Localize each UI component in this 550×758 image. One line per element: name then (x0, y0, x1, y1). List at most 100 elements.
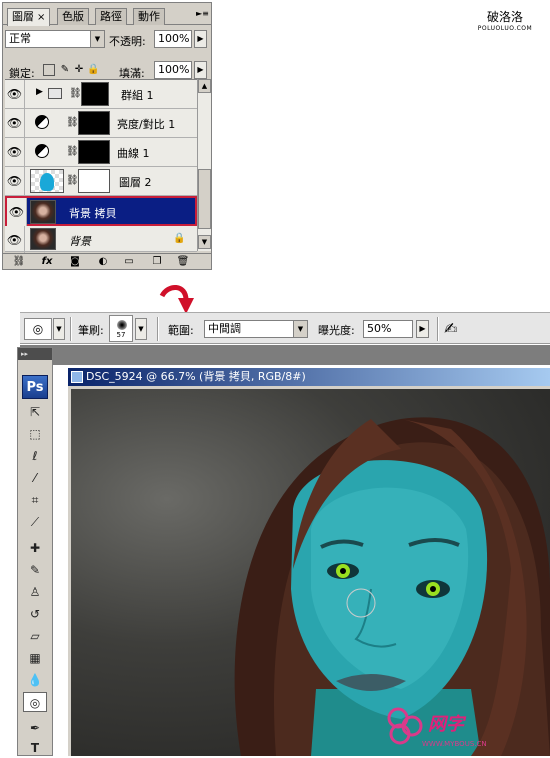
chevron-down-icon[interactable]: ▼ (53, 318, 65, 340)
layer-name: 亮度/對比 1 (117, 118, 176, 131)
fill-value: 100% (158, 63, 190, 76)
opacity-slider-button[interactable]: ▶ (194, 30, 207, 48)
eye-icon[interactable]: 👁 (7, 198, 27, 226)
eye-icon[interactable]: 👁 (5, 109, 25, 137)
crop-icon[interactable]: ⌗ (23, 490, 47, 510)
layer-mask-thumbnail[interactable] (81, 82, 109, 106)
dodge-icon[interactable]: ◎ (23, 692, 47, 712)
eye-icon[interactable]: 👁 (5, 226, 25, 254)
chevron-down-icon[interactable]: ▼ (293, 321, 307, 337)
magic-wand-icon[interactable]: ⁄ (23, 468, 47, 488)
layer-row-group[interactable]: 👁 ▶ ⛓ 群組 1 (5, 80, 197, 109)
airbrush-icon[interactable]: ✍ (444, 319, 457, 338)
lock-position-icon[interactable]: ✛ (73, 64, 85, 76)
adjustment-icon[interactable]: ◐ (95, 255, 111, 269)
layer-mask-thumbnail[interactable] (78, 140, 110, 164)
layers-panel: 圖層 × 色版 路徑 動作 ►≡ 正常 ▼ 不透明: 100% ▶ 鎖定: ✎ ✛… (2, 2, 212, 270)
panel-menu-icon[interactable]: ►≡ (196, 8, 209, 20)
layer-row-background-copy[interactable]: 👁 背景 拷貝 (5, 196, 197, 226)
watermark-site-url: POLUOLUO.COM (477, 25, 533, 32)
trash-icon[interactable]: 🗑 (175, 255, 191, 269)
chain-icon[interactable]: ⛓ (69, 88, 82, 99)
healing-icon[interactable]: ✚ (23, 538, 47, 558)
options-bar: ◎ ▼ 筆刷: 57 ▼ 範圍: 中間調 ▼ 曝光度: 50% ▶ ✍ (20, 312, 550, 344)
exposure-slider-button[interactable]: ▶ (416, 320, 429, 338)
eraser-icon[interactable]: ▱ (23, 626, 47, 646)
tab-paths[interactable]: 路徑 (95, 8, 127, 25)
lasso-icon[interactable]: ℓ (23, 446, 47, 466)
marquee-icon[interactable]: ⬚ (23, 424, 47, 444)
fx-icon[interactable]: fx (39, 255, 55, 269)
exposure-input[interactable]: 50% (363, 320, 413, 338)
layers-bottom-bar: ⛓ fx ◙ ◐ ▭ ❐ 🗑 (3, 253, 211, 269)
toolbox-header[interactable]: ▸▸ (18, 348, 52, 360)
tab-paths-label: 路徑 (100, 10, 122, 23)
range-select[interactable]: 中間調 ▼ (204, 320, 308, 338)
layers-scrollbar[interactable]: ▲ ▼ (197, 79, 211, 251)
opacity-value: 100% (158, 32, 190, 45)
slice-icon[interactable]: ⟋ (23, 512, 47, 532)
mask-icon[interactable]: ◙ (67, 255, 83, 269)
layer-mask-thumbnail[interactable] (78, 169, 110, 193)
pen-icon[interactable]: ✒ (23, 718, 47, 738)
layer-name: 群組 1 (121, 89, 154, 102)
separator (437, 317, 439, 341)
lock-transparency-icon[interactable] (43, 64, 55, 76)
layer-thumbnail[interactable] (30, 200, 56, 224)
fill-input[interactable]: 100% (154, 61, 192, 79)
link-icon[interactable]: ⛓ (11, 255, 27, 269)
expand-triangle-icon[interactable]: ▶ (36, 87, 43, 97)
toolbox: ▸▸ Ps ⇱ ⬚ ℓ ⁄ ⌗ ⟋ ✚ ✎ ♙ ↺ ▱ ▦ 💧 ◎ ✒ T (17, 347, 53, 756)
chain-icon[interactable]: ⛓ (66, 146, 79, 157)
chevron-down-icon[interactable]: ▼ (90, 31, 104, 47)
layer-thumbnail[interactable] (30, 228, 56, 250)
layer-row-brightness[interactable]: 👁 ⛓ 亮度/對比 1 (5, 109, 197, 138)
brush-label: 筆刷: (78, 324, 104, 337)
lock-icon: 🔒 (173, 233, 186, 244)
brush-preview[interactable]: 57 (109, 315, 133, 342)
layer-mask-thumbnail[interactable] (78, 111, 110, 135)
layer-row-curves[interactable]: 👁 ⛓ 曲線 1 (5, 138, 197, 167)
lock-pixels-icon[interactable]: ✎ (59, 64, 71, 76)
exposure-label: 曝光度: (318, 324, 355, 337)
layers-list: 👁 ▶ ⛓ 群組 1 👁 ⛓ 亮度/對比 1 👁 ⛓ 曲線 1 👁 ⛓ 圖層 2… (5, 79, 197, 254)
tab-channels[interactable]: 色版 (57, 8, 89, 25)
chevron-down-icon[interactable]: ▼ (135, 318, 147, 340)
tool-preset-picker[interactable]: ◎ (24, 318, 52, 340)
watermark-site-name: 破洛洛 (486, 10, 523, 24)
brush-icon[interactable]: ✎ (23, 560, 47, 580)
adjustment-icon (35, 115, 49, 129)
tab-actions[interactable]: 動作 (133, 8, 165, 25)
new-layer-icon[interactable]: ❐ (149, 255, 165, 269)
opacity-input[interactable]: 100% (154, 30, 192, 48)
tab-layers[interactable]: 圖層 × (7, 8, 51, 26)
history-brush-icon[interactable]: ↺ (23, 604, 47, 624)
scroll-down-icon[interactable]: ▼ (198, 235, 211, 249)
blend-mode-select[interactable]: 正常 ▼ (5, 30, 105, 48)
fill-slider-button[interactable]: ▶ (194, 61, 207, 79)
folder-icon[interactable]: ▭ (121, 255, 137, 269)
layer-row-background[interactable]: 👁 背景 🔒 (5, 226, 197, 254)
eye-icon[interactable]: 👁 (5, 138, 25, 166)
ps-logo[interactable]: Ps (22, 375, 48, 399)
eye-icon[interactable]: 👁 (5, 167, 25, 195)
document-title-bar[interactable]: DSC_5924 @ 66.7% (背景 拷貝, RGB/8#) (68, 368, 550, 386)
layer-name: 圖層 2 (119, 176, 152, 189)
blur-icon[interactable]: 💧 (23, 670, 47, 690)
chain-icon[interactable]: ⛓ (66, 175, 79, 186)
gradient-icon[interactable]: ▦ (23, 648, 47, 668)
layer-row-layer2[interactable]: 👁 ⛓ 圖層 2 (5, 167, 197, 196)
chain-icon[interactable]: ⛓ (66, 117, 79, 128)
lock-all-icon[interactable]: 🔒 (87, 64, 99, 76)
move-icon[interactable]: ⇱ (23, 402, 47, 422)
tab-actions-label: 動作 (138, 10, 160, 23)
scroll-up-icon[interactable]: ▲ (198, 79, 211, 93)
layer-thumbnail[interactable] (30, 169, 64, 193)
eye-icon[interactable]: 👁 (5, 80, 25, 108)
type-icon[interactable]: T (23, 738, 47, 758)
close-icon[interactable]: × (37, 12, 45, 23)
scroll-thumb[interactable] (198, 169, 211, 229)
document-title: DSC_5924 @ 66.7% (背景 拷貝, RGB/8#) (86, 370, 306, 383)
stamp-icon[interactable]: ♙ (23, 582, 47, 602)
folder-icon (48, 88, 62, 99)
